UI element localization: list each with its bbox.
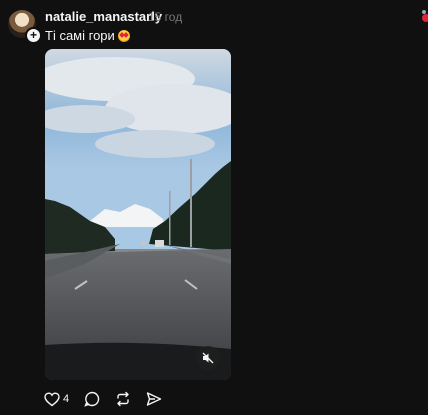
comment-button[interactable] xyxy=(84,391,100,407)
repost-icon xyxy=(117,391,129,407)
speaker-muted-icon xyxy=(202,352,214,364)
video-frame-image xyxy=(45,49,231,380)
post-time[interactable]: 15 год xyxy=(148,10,182,24)
repost-button[interactable] xyxy=(115,391,131,407)
post-caption: Ті самі гори xyxy=(45,28,130,43)
caption-text: Ті самі гори xyxy=(45,28,115,43)
post-video[interactable] xyxy=(45,49,231,380)
follow-plus-icon[interactable]: + xyxy=(25,27,42,44)
comment-icon xyxy=(84,391,100,407)
like-button[interactable]: 4 xyxy=(44,391,70,407)
mute-button[interactable] xyxy=(196,346,220,370)
share-button[interactable] xyxy=(146,391,162,407)
thread-post: + natalie_manastarly 15 год Ті самі гори xyxy=(0,0,428,415)
send-icon xyxy=(146,392,162,406)
star-struck-emoji-icon xyxy=(117,30,130,42)
post-username[interactable]: natalie_manastarly xyxy=(45,9,162,24)
heart-icon xyxy=(44,391,60,406)
notification-badge xyxy=(422,14,428,22)
like-count: 4 xyxy=(63,393,70,405)
post-actions: 4 xyxy=(44,390,177,408)
